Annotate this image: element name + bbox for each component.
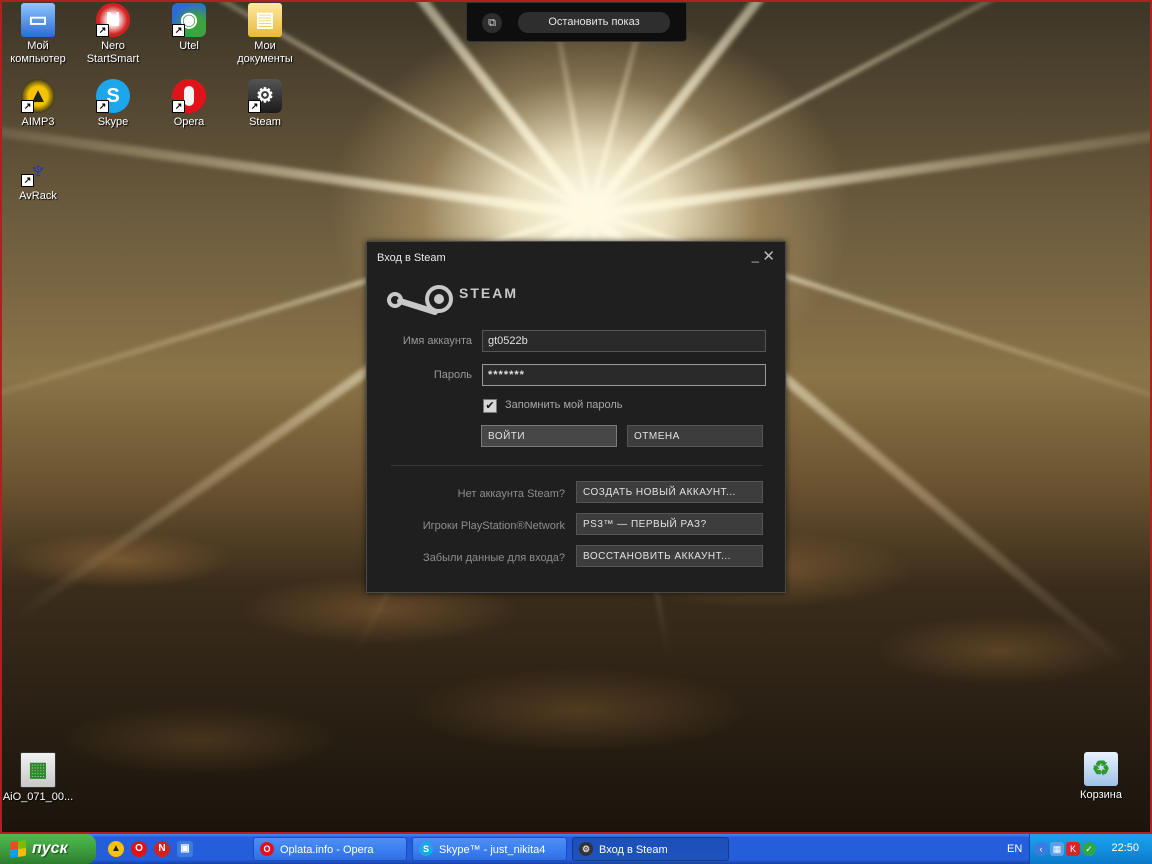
desktop-icon-my-computer[interactable]: ▭ Мой компьютер <box>1 3 75 66</box>
shortcut-arrow-icon: ↗ <box>248 100 261 113</box>
window-title: Вход в Steam <box>377 252 446 264</box>
taskbar-item-label: Вход в Steam <box>599 844 668 856</box>
desktop-icon-aimp[interactable]: ▲ ↗ AIMP3 <box>1 79 75 129</box>
nero-icon: N ↗ <box>96 3 130 37</box>
desktop-icon-my-documents[interactable]: ▤ Мои документы <box>228 3 302 66</box>
desktop-icon-label: Opera <box>173 116 205 128</box>
taskbar-item-opera[interactable]: O Oplata.info - Opera <box>253 837 407 861</box>
shortcut-arrow-icon: ↗ <box>172 24 185 37</box>
desktop-icon-label: AvRack <box>19 190 57 202</box>
avrack-icon: ♆ ↗ <box>21 153 55 187</box>
create-account-button[interactable]: СОЗДАТЬ НОВЫЙ АККАУНТ... <box>576 481 763 503</box>
windows-flag-icon <box>10 839 26 859</box>
account-name-field[interactable]: gt0522b <box>482 330 766 352</box>
installer-icon: ▦ <box>20 752 56 788</box>
close-button[interactable]: ✕ <box>762 247 775 265</box>
taskbar-item-skype[interactable]: S Skype™ - just_nikita4 <box>412 837 567 861</box>
desktop-icon-nero[interactable]: N ↗ Nero StartSmart <box>76 3 150 66</box>
quicklaunch-aimp-icon[interactable]: ▲ <box>108 841 124 857</box>
desktop-icon-label: Мои документы <box>237 40 293 65</box>
steam-icon: ⚙ <box>579 842 593 856</box>
status-icon[interactable]: ✓ <box>1082 842 1096 856</box>
recover-account-button[interactable]: ВОССТАНОВИТЬ АККАУНТ... <box>576 545 763 567</box>
quicklaunch-opera-icon[interactable]: O <box>131 841 147 857</box>
desktop-icon-recycle-bin[interactable]: ♻ Корзина <box>1064 752 1138 802</box>
start-label: пуск <box>32 840 68 857</box>
opera-icon: O <box>260 842 274 856</box>
desktop-icon-label: Мой компьютер <box>10 40 66 65</box>
password-field[interactable]: ******* <box>482 364 766 386</box>
tray-expand-icon[interactable]: ‹ <box>1034 842 1048 856</box>
steam-logo-icon <box>387 285 453 315</box>
no-account-question: Нет аккаунта Steam? <box>457 488 565 500</box>
minimize-button[interactable]: _ <box>752 248 759 263</box>
psn-button[interactable]: PS3™ — ПЕРВЫЙ РАЗ? <box>576 513 763 535</box>
desktop-icon-label: Utel <box>179 40 199 52</box>
utel-icon: ◉ ↗ <box>172 3 206 37</box>
taskbar: пуск ▲ O N ▣ O Oplata.info - Opera S Sky… <box>0 834 1152 864</box>
desktop-icon-steam[interactable]: ⚙ ↗ Steam <box>228 79 302 129</box>
desktop: ▭ Мой компьютер N ↗ Nero StartSmart ◉ ↗ Ut… <box>0 0 1152 834</box>
psn-question: Игроки PlayStation®Network <box>422 520 565 532</box>
shortcut-arrow-icon: ↗ <box>21 174 34 187</box>
desktop-icon-skype[interactable]: S ↗ Skype <box>76 79 150 129</box>
login-button[interactable]: ВОЙТИ <box>481 425 617 447</box>
account-label: Имя аккаунта <box>402 335 472 347</box>
steam-icon: ⚙ ↗ <box>248 79 282 113</box>
taskbar-item-steam[interactable]: ⚙ Вход в Steam <box>572 837 729 861</box>
my-computer-icon: ▭ <box>21 3 55 37</box>
skype-icon: S <box>419 842 433 856</box>
desktop-icon-opera[interactable]: ↗ Opera <box>152 79 226 129</box>
password-label: Пароль <box>433 369 472 381</box>
desktop-icon-installer[interactable]: ▦ AiO_071_00... <box>1 752 75 804</box>
desktop-icon-label: AIMP3 <box>21 116 55 128</box>
shortcut-arrow-icon: ↗ <box>21 100 34 113</box>
steam-logo: STEAM <box>385 282 518 318</box>
start-button[interactable]: пуск <box>0 834 96 864</box>
clock[interactable]: 22:50 <box>1111 842 1139 854</box>
desktop-icon-utel[interactable]: ◉ ↗ Utel <box>152 3 226 53</box>
quicklaunch-nero-icon[interactable]: N <box>154 841 170 857</box>
desktop-icon-label: Steam <box>249 116 281 128</box>
taskbar-item-label: Oplata.info - Opera <box>280 844 374 856</box>
system-tray: ‹ ▦ K ✓ 22:50 <box>1029 834 1152 864</box>
cancel-button[interactable]: ОТМЕНА <box>627 425 763 447</box>
forgot-question: Забыли данные для входа? <box>423 552 565 564</box>
antivirus-icon[interactable]: K <box>1066 842 1080 856</box>
desktop-icon-label: AiO_071_00... <box>2 791 74 803</box>
stop-slideshow-button[interactable]: Остановить показ <box>518 12 670 33</box>
remember-password-checkbox[interactable]: ✔ <box>483 399 497 413</box>
quicklaunch-desktop-icon[interactable]: ▣ <box>177 841 193 857</box>
network-icon[interactable]: ▦ <box>1050 842 1064 856</box>
restore-window-icon[interactable]: ⧉ <box>482 13 502 33</box>
taskbar-item-label: Skype™ - just_nikita4 <box>439 844 546 856</box>
opera-icon: ↗ <box>172 79 206 113</box>
steam-login-window: Вход в Steam _ ✕ STEAM Имя аккаунта gt05… <box>366 241 786 593</box>
desktop-icon-label: Корзина <box>1080 789 1122 801</box>
shortcut-arrow-icon: ↗ <box>96 24 109 37</box>
aimp-icon: ▲ ↗ <box>21 79 55 113</box>
divider <box>391 465 763 466</box>
remember-password-label[interactable]: Запомнить мой пароль <box>505 399 623 411</box>
desktop-icon-label: Nero StartSmart <box>86 40 140 65</box>
desktop-icon-label: Skype <box>97 116 129 128</box>
steam-wordmark: STEAM <box>459 285 518 301</box>
folder-icon: ▤ <box>248 3 282 37</box>
skype-icon: S ↗ <box>96 79 130 113</box>
desktop-icon-avrack[interactable]: ♆ ↗ AvRack <box>1 153 75 203</box>
shortcut-arrow-icon: ↗ <box>172 100 185 113</box>
language-indicator[interactable]: EN <box>1007 843 1022 855</box>
shortcut-arrow-icon: ↗ <box>96 100 109 113</box>
recycle-bin-icon: ♻ <box>1084 752 1118 786</box>
slideshow-toolbar: ⧉ Остановить показ <box>466 2 687 42</box>
